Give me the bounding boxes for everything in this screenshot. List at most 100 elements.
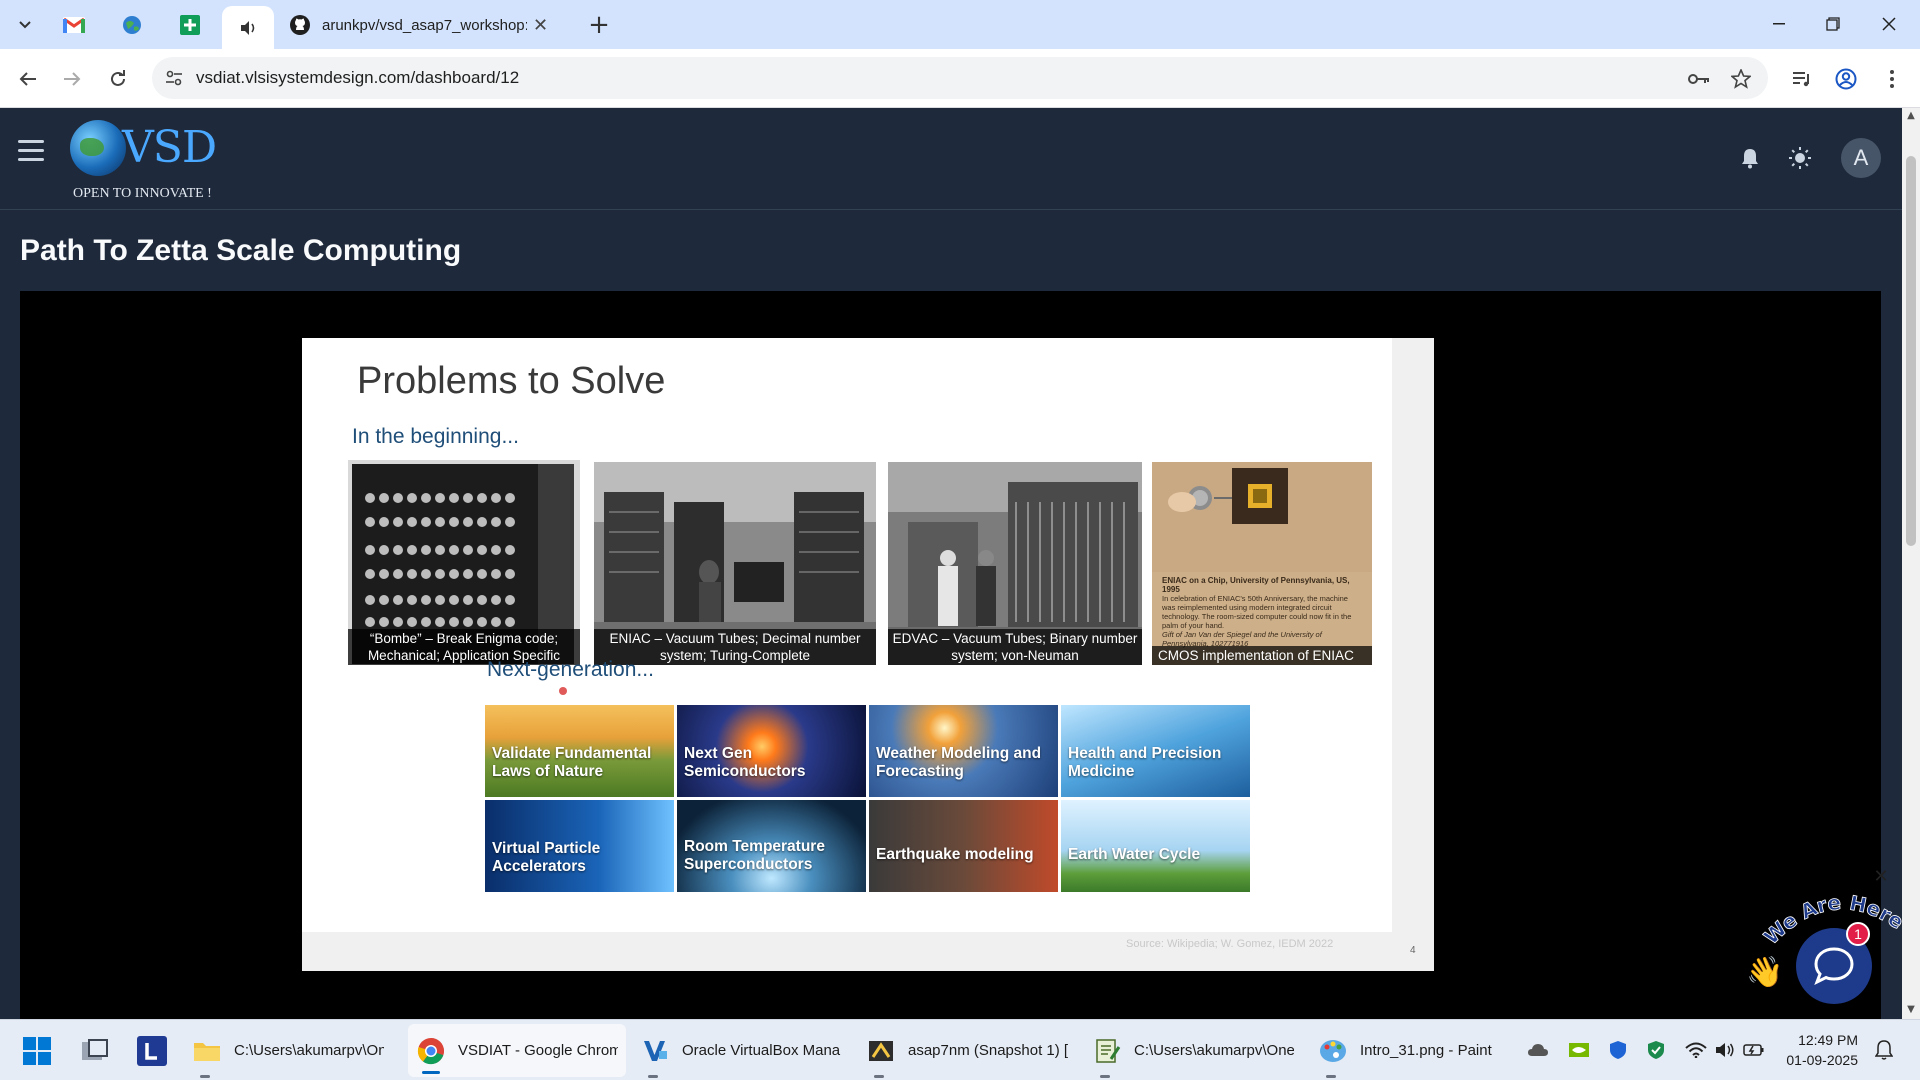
page-scrollbar[interactable]: ▲ ▼ [1902, 108, 1920, 1019]
taskbar-explorer-2[interactable]: C:\Users\akumarpv\One [1092, 1020, 1302, 1080]
task-view-button[interactable] [80, 1020, 114, 1080]
onedrive-cloud-icon[interactable] [1526, 1038, 1550, 1062]
close-window-button[interactable] [1866, 8, 1912, 40]
theme-toggle-sun-icon[interactable] [1786, 144, 1814, 172]
minimize-icon [1773, 23, 1785, 25]
nvidia-icon[interactable] [1567, 1038, 1591, 1062]
scroll-down-arrow-icon[interactable]: ▼ [1905, 1004, 1917, 1016]
chevron-down-icon [19, 21, 31, 29]
speaker-icon [241, 20, 255, 35]
tile-particle-accelerators: Virtual Particle Accelerators [485, 800, 674, 892]
scroll-thumb[interactable] [1906, 156, 1916, 546]
tile-label: Health and Precision Medicine [1068, 745, 1222, 780]
clock-date: 01-09-2025 [1786, 1052, 1858, 1068]
profile-icon[interactable] [1830, 63, 1862, 95]
bombe-photo: “Bombe” – Break Enigma code; Mechanical;… [348, 460, 580, 665]
start-button[interactable] [22, 1020, 56, 1080]
scroll-up-arrow-icon[interactable]: ▲ [1905, 110, 1917, 122]
gmail-icon [63, 17, 85, 33]
tile-label: Earth Water Cycle [1068, 846, 1201, 863]
taskbar-asap7[interactable]: asap7nm (Snapshot 1) [I [866, 1020, 1076, 1080]
restore-button[interactable] [1810, 8, 1856, 40]
slide-source: Source: Wikipedia; W. Gomez, IEDM 2022 [1126, 938, 1334, 950]
forward-button[interactable] [56, 63, 88, 95]
presentation-slide: Problems to Solve In the beginning... “B… [302, 338, 1434, 971]
url-text: vsdiat.vlsisystemdesign.com/dashboard/12 [196, 68, 520, 87]
media-control-icon[interactable] [1786, 63, 1818, 95]
pinned-tab-globe[interactable] [110, 10, 154, 40]
tab-search-button[interactable] [10, 12, 40, 38]
plaque-heading: ENIAC on a Chip, University of Pennsylva… [1162, 576, 1350, 594]
windows-taskbar: C:\Users\akumarpv\One VSDIAT - Google Ch… [0, 1019, 1920, 1080]
restore-icon [1826, 17, 1840, 31]
tile-weather: Weather Modeling and Forecasting [869, 705, 1058, 797]
hamburger-menu-icon[interactable] [18, 140, 44, 162]
paint-icon [1318, 1036, 1348, 1066]
tile-label: Weather Modeling and Forecasting [876, 745, 1042, 780]
l-app-icon [137, 1035, 167, 1066]
globe-logo-icon [70, 120, 126, 176]
taskbar-virtualbox[interactable]: Oracle VirtualBox Mana [640, 1020, 850, 1080]
taskbar-chrome[interactable]: VSDIAT - Google Chrom [408, 1024, 626, 1077]
chat-close-icon[interactable]: ✕ [1872, 868, 1890, 886]
chip-plaque: ENIAC on a Chip, University of Pennsylva… [1162, 576, 1362, 648]
notifications-bell-icon[interactable] [1872, 1038, 1896, 1062]
tile-earthquake: Earthquake modeling [869, 800, 1058, 892]
cursor-pointer-dot [559, 687, 567, 695]
slide-page-number: 4 [1410, 945, 1416, 956]
notification-bell-icon[interactable] [1736, 144, 1764, 172]
taskbar-item-label: Oracle VirtualBox Mana [682, 1042, 841, 1059]
site-info-icon[interactable] [162, 66, 186, 90]
defender-check-icon[interactable] [1644, 1038, 1668, 1062]
photo-caption: EDVAC – Vacuum Tubes; Binary number syst… [888, 629, 1142, 665]
slide-side-strip [1392, 338, 1434, 971]
slide-title: Problems to Solve [357, 360, 666, 402]
notepad-icon [1092, 1036, 1122, 1066]
tile-water-cycle: Earth Water Cycle [1061, 800, 1250, 892]
close-icon [1882, 17, 1896, 31]
taskbar-item-label: VSDIAT - Google Chrom [458, 1042, 618, 1059]
cmos-eniac-photo: ENIAC on a Chip, University of Pennsylva… [1152, 462, 1372, 665]
reload-button[interactable] [102, 63, 134, 95]
virtualbox-icon [640, 1036, 670, 1066]
vm-snapshot-icon [866, 1036, 896, 1066]
page-viewport: VSD OPEN TO INNOVATE ! A Path To Zetta S… [0, 108, 1902, 1019]
close-tab-icon[interactable]: ✕ [533, 15, 548, 36]
system-clock[interactable]: 12:49 PM 01-09-2025 [1762, 1030, 1858, 1070]
pinned-tab-gmail[interactable] [52, 10, 96, 40]
wifi-icon[interactable] [1684, 1038, 1708, 1062]
plaque-body: In celebration of ENIAC's 50th Anniversa… [1162, 594, 1352, 630]
taskbar-paint[interactable]: Intro_31.png - Paint [1318, 1020, 1508, 1080]
tile-fundamental-laws: Validate Fundamental Laws of Nature [485, 705, 674, 797]
task-view-icon [82, 1038, 108, 1060]
chat-bubble-icon [1814, 947, 1854, 985]
tile-label: Virtual Particle Accelerators [492, 840, 601, 875]
address-bar[interactable]: vsdiat.vlsisystemdesign.com/dashboard/12 [152, 57, 1768, 99]
tab-title: arunkpv/vsd_asap7_workshop: [322, 16, 527, 34]
back-button[interactable] [12, 63, 44, 95]
edvac-photo: EDVAC – Vacuum Tubes; Binary number syst… [888, 462, 1142, 665]
taskbar-item-label: C:\Users\akumarpv\One [234, 1042, 384, 1059]
security-shield-icon[interactable] [1606, 1038, 1630, 1062]
taskbar-explorer-1[interactable]: C:\Users\akumarpv\One [192, 1020, 392, 1080]
tab-vsdiat-active[interactable] [222, 6, 274, 49]
tab-strip: arunkpv/vsd_asap7_workshop: ✕ + [0, 0, 1920, 49]
taskbar-item-label: C:\Users\akumarpv\One [1134, 1042, 1294, 1059]
pinned-tab-sheets[interactable] [168, 10, 212, 40]
logo-text: VSD [122, 122, 217, 173]
new-tab-button[interactable]: + [584, 10, 614, 40]
password-key-icon[interactable] [1686, 66, 1712, 92]
clock-time: 12:49 PM [1798, 1032, 1858, 1048]
taskbar-app-l[interactable] [137, 1020, 171, 1080]
volume-icon[interactable] [1713, 1038, 1737, 1062]
tile-label: Room Temperature Superconductors [684, 838, 825, 873]
user-avatar[interactable]: A [1841, 138, 1881, 178]
more-menu-icon[interactable] [1876, 63, 1908, 95]
minimize-button[interactable] [1756, 8, 1802, 40]
tile-health: Health and Precision Medicine [1061, 705, 1250, 797]
bookmark-star-icon[interactable] [1728, 66, 1754, 92]
vsd-logo[interactable]: VSD OPEN TO INNOVATE ! [70, 120, 240, 202]
reload-icon [111, 70, 125, 86]
tab-github[interactable]: arunkpv/vsd_asap7_workshop: ✕ [280, 8, 562, 42]
tile-semiconductors: Next Gen Semiconductors [677, 705, 866, 797]
